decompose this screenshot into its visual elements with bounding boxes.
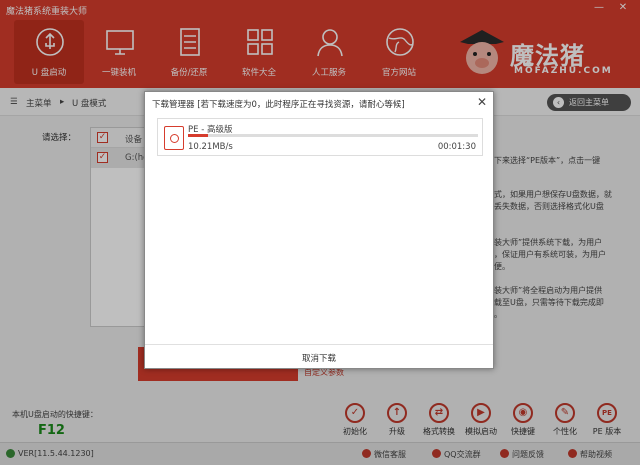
cancel-download-button[interactable]: 取消下载 bbox=[285, 352, 353, 364]
download-speed: 10.21MB/s bbox=[188, 142, 233, 152]
download-time: 00:01:30 bbox=[437, 142, 476, 152]
download-progress-bar bbox=[188, 134, 478, 137]
download-item: PE - 高级版 10.21MB/s 00:01:30 bbox=[157, 118, 483, 156]
download-progress-fill bbox=[188, 134, 209, 137]
dialog-title: 下载管理器 [若下载速度为0，此时程序正在寻找资源，请耐心等候] bbox=[152, 100, 405, 110]
file-download-icon bbox=[164, 126, 184, 150]
dialog-footer: 取消下载 bbox=[145, 344, 493, 369]
download-manager-dialog: 下载管理器 [若下载速度为0，此时程序正在寻找资源，请耐心等候] ✕ PE - … bbox=[144, 91, 494, 369]
dialog-close-button[interactable]: ✕ bbox=[475, 95, 489, 109]
